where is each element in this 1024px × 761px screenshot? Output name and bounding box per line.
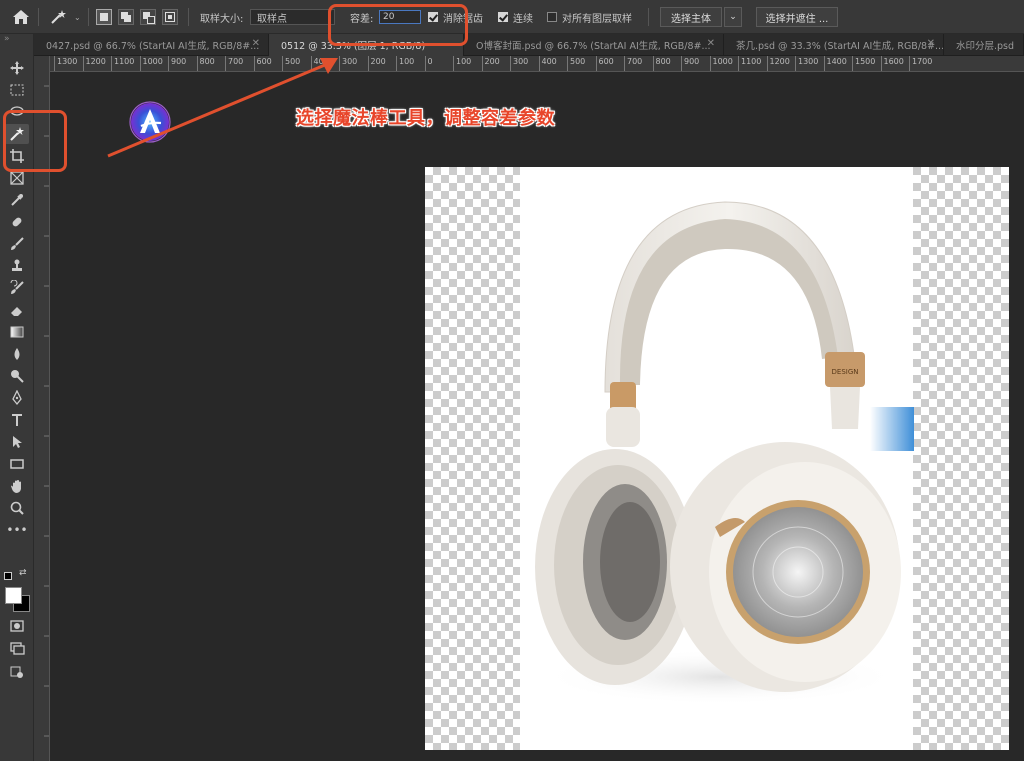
select-subject-button[interactable]: 选择主体	[660, 7, 722, 27]
tab-label: 水印分层.psd	[956, 41, 1015, 52]
sample-size-select[interactable]: 取样点	[250, 9, 335, 25]
more-tools-icon[interactable]: •••	[5, 520, 29, 540]
close-icon[interactable]: ✕	[927, 38, 935, 49]
screen-mode-icon[interactable]	[5, 638, 29, 658]
ruler-tick: 200	[367, 56, 396, 71]
eraser-tool-icon[interactable]	[5, 300, 29, 320]
ruler-tick: 500	[567, 56, 595, 71]
sample-all-layers-option[interactable]: 对所有图层取样	[547, 0, 632, 34]
ruler-tick: 1000	[709, 56, 738, 71]
ruler-tick: 1300	[795, 56, 823, 71]
quick-mask-icon[interactable]	[5, 616, 29, 636]
dodge-tool-icon[interactable]	[5, 366, 29, 386]
add-to-selection-button[interactable]	[118, 9, 134, 25]
ruler-tick: 1600	[880, 56, 909, 71]
sample-size-value: 取样点	[257, 13, 287, 25]
ruler-tick: 1500	[852, 56, 880, 71]
history-brush-tool-icon[interactable]	[5, 278, 29, 298]
eyedropper-tool-icon[interactable]	[5, 190, 29, 210]
hand-tool-icon[interactable]	[5, 476, 29, 496]
intersect-selection-button[interactable]	[162, 9, 178, 25]
tab-label: O博客封面.psd @ 66.7% (StartAI AI生成, RGB/8#.…	[476, 41, 711, 52]
tool-highlight-box	[3, 110, 67, 172]
document-canvas[interactable]: DESIGN	[425, 167, 1009, 750]
select-and-mask-button[interactable]: 选择并遮住 ...	[756, 7, 838, 27]
tab-blog-cover[interactable]: O博客封面.psd @ 66.7% (StartAI AI生成, RGB/8#.…	[464, 34, 724, 56]
path-selection-tool-icon[interactable]	[5, 432, 29, 452]
healing-brush-tool-icon[interactable]	[5, 212, 29, 232]
ruler-tick: 1700	[909, 56, 937, 71]
contiguous-option[interactable]: 连续	[498, 0, 533, 34]
ruler-tick: 700	[624, 56, 652, 71]
new-selection-button[interactable]	[96, 9, 112, 25]
blur-tool-icon[interactable]	[5, 344, 29, 364]
contiguous-checkbox[interactable]	[498, 12, 508, 22]
tab-watermark[interactable]: 水印分层.psd	[944, 34, 1024, 56]
chevron-down-icon: ⌄	[729, 12, 737, 22]
tab-coffee-table[interactable]: 茶几.psd @ 33.3% (StartAI AI生成, RGB/8#... ✕	[724, 34, 944, 56]
ruler-tick: 1400	[823, 56, 852, 71]
zoom-tool-icon[interactable]	[5, 498, 29, 518]
ruler-tick: 300	[510, 56, 538, 71]
pen-tool-icon[interactable]	[5, 388, 29, 408]
ruler-tick: 600	[595, 56, 624, 71]
ruler-tick: 100	[396, 56, 424, 71]
contiguous-label: 连续	[513, 13, 533, 25]
arrow-icon	[107, 58, 338, 158]
subtract-from-selection-button[interactable]	[140, 9, 156, 25]
headphones-image: DESIGN	[535, 201, 901, 705]
marquee-tool-icon[interactable]	[5, 80, 29, 100]
options-bar: ⌄ 取样大小: 取样点 容差: 20 消除锯齿 连续 对所有图层取样 选择主体 …	[0, 0, 1024, 34]
gradient-tool-icon[interactable]	[5, 322, 29, 342]
foreground-color-swatch[interactable]	[5, 587, 22, 604]
tool-preset-picker[interactable]: ⌄	[50, 0, 81, 34]
ruler-tick: 0	[424, 56, 453, 71]
brush-tool-icon[interactable]	[5, 234, 29, 254]
type-tool-icon[interactable]	[5, 410, 29, 430]
ruler-tick: 1100	[738, 56, 766, 71]
ruler-tick: 1300	[54, 56, 82, 71]
brand-label: DESIGN	[832, 368, 859, 376]
rectangle-tool-icon[interactable]	[5, 454, 29, 474]
sample-size-label: 取样大小:	[200, 13, 244, 25]
home-icon[interactable]	[12, 0, 30, 34]
ruler-tick: 200	[481, 56, 510, 71]
magic-wand-icon	[51, 10, 66, 24]
extension-icon[interactable]	[5, 662, 29, 682]
ruler-tick: 800	[652, 56, 681, 71]
close-icon[interactable]: ✕	[707, 38, 715, 49]
ruler-tick: 1200	[766, 56, 795, 71]
tab-label: 茶几.psd @ 33.3% (StartAI AI生成, RGB/8#...	[736, 41, 944, 52]
default-colors-icon[interactable]	[4, 572, 12, 580]
sample-all-layers-label: 对所有图层取样	[562, 13, 632, 25]
sample-all-layers-checkbox[interactable]	[547, 12, 557, 22]
collapse-icon[interactable]: »	[4, 34, 10, 44]
move-tool-icon[interactable]	[5, 58, 29, 78]
swap-colors-icon[interactable]: ⇄	[19, 568, 27, 578]
ruler-tick: 400	[538, 56, 567, 71]
ruler-tick: 100	[453, 56, 481, 71]
clone-stamp-tool-icon[interactable]	[5, 256, 29, 276]
select-subject-dropdown[interactable]: ⌄	[724, 7, 742, 27]
ruler-tick: 900	[681, 56, 709, 71]
chevron-down-icon: ⌄	[74, 12, 81, 22]
tolerance-highlight-box	[328, 4, 468, 46]
